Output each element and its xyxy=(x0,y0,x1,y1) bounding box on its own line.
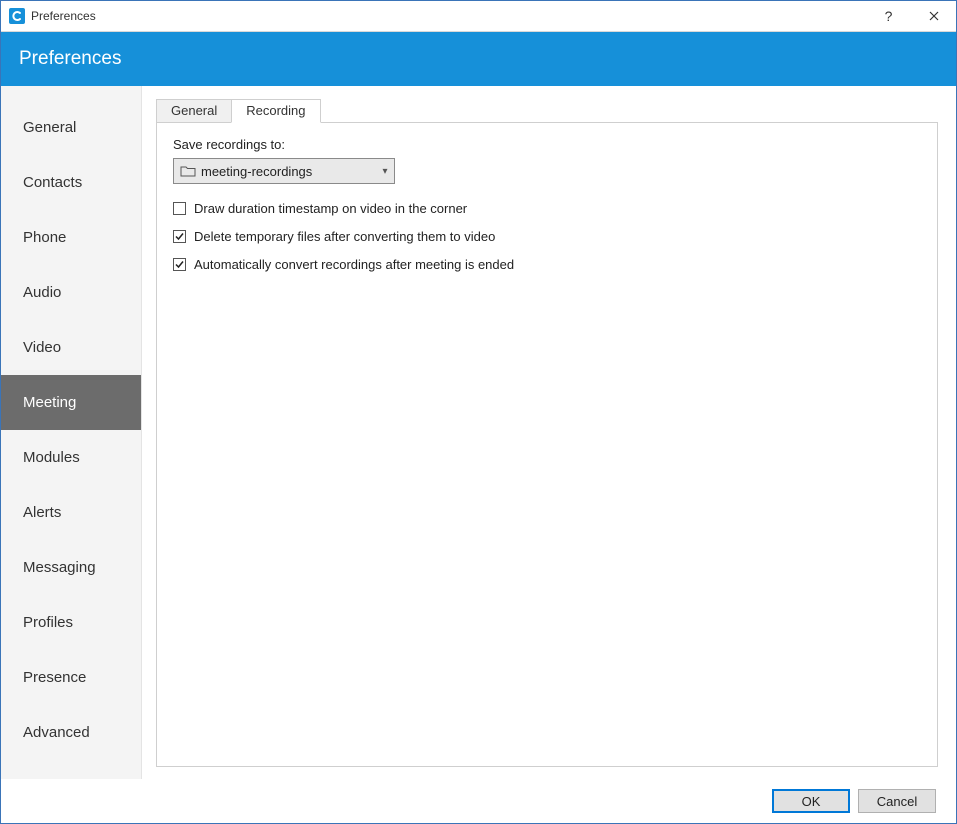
sidebar-item-label: Phone xyxy=(23,229,66,246)
sidebar-item-label: Advanced xyxy=(23,724,90,741)
ok-button-label: OK xyxy=(802,794,821,809)
cancel-button-label: Cancel xyxy=(877,794,917,809)
folder-icon xyxy=(180,163,196,179)
sidebar-item-label: Audio xyxy=(23,284,61,301)
sidebar-item-general[interactable]: General xyxy=(1,100,141,155)
sidebar-item-video[interactable]: Video xyxy=(1,320,141,375)
app-icon xyxy=(9,8,25,24)
main-area: General Contacts Phone Audio Video Meeti… xyxy=(1,86,956,779)
tab-panel-recording: Save recordings to: meeting-recordings ▾… xyxy=(156,122,938,767)
checkbox-delete-temp[interactable] xyxy=(173,230,186,243)
preferences-window: Preferences ? Preferences General Contac… xyxy=(0,0,957,824)
sidebar-item-label: Presence xyxy=(23,669,86,686)
sidebar-item-label: Alerts xyxy=(23,504,61,521)
option-row-timestamp: Draw duration timestamp on video in the … xyxy=(173,196,921,220)
tabstrip: General Recording xyxy=(156,99,938,123)
tab-general[interactable]: General xyxy=(156,99,232,123)
sidebar-item-presence[interactable]: Presence xyxy=(1,650,141,705)
window-title: Preferences xyxy=(31,9,96,23)
sidebar-item-advanced[interactable]: Advanced xyxy=(1,705,141,760)
close-icon xyxy=(929,8,939,24)
checkbox-auto-convert[interactable] xyxy=(173,258,186,271)
checkbox-delete-temp-label[interactable]: Delete temporary files after converting … xyxy=(194,229,495,244)
help-icon: ? xyxy=(885,8,893,24)
sidebar-item-alerts[interactable]: Alerts xyxy=(1,485,141,540)
chevron-down-icon: ▾ xyxy=(376,166,394,177)
sidebar-item-label: Messaging xyxy=(23,559,96,576)
tab-recording[interactable]: Recording xyxy=(231,99,320,123)
save-recordings-label: Save recordings to: xyxy=(173,137,921,152)
sidebar-item-profiles[interactable]: Profiles xyxy=(1,595,141,650)
sidebar-item-modules[interactable]: Modules xyxy=(1,430,141,485)
checkbox-auto-convert-label[interactable]: Automatically convert recordings after m… xyxy=(194,257,514,272)
sidebar-item-audio[interactable]: Audio xyxy=(1,265,141,320)
sidebar-item-contacts[interactable]: Contacts xyxy=(1,155,141,210)
tab-label: General xyxy=(171,103,217,118)
footer: OK Cancel xyxy=(1,779,956,823)
help-button[interactable]: ? xyxy=(866,1,911,31)
sidebar-item-label: Video xyxy=(23,339,61,356)
sidebar-item-label: Modules xyxy=(23,449,80,466)
sidebar-item-messaging[interactable]: Messaging xyxy=(1,540,141,595)
checkbox-timestamp-label[interactable]: Draw duration timestamp on video in the … xyxy=(194,201,467,216)
sidebar-item-label: Meeting xyxy=(23,394,76,411)
cancel-button[interactable]: Cancel xyxy=(858,789,936,813)
sidebar: General Contacts Phone Audio Video Meeti… xyxy=(1,86,142,779)
header-title: Preferences xyxy=(19,48,121,70)
sidebar-item-phone[interactable]: Phone xyxy=(1,210,141,265)
close-button[interactable] xyxy=(911,1,956,31)
titlebar: Preferences ? xyxy=(1,1,956,32)
checkbox-timestamp[interactable] xyxy=(173,202,186,215)
header-band: Preferences xyxy=(1,32,956,86)
tab-label: Recording xyxy=(246,103,305,118)
sidebar-item-meeting[interactable]: Meeting xyxy=(1,375,141,430)
ok-button[interactable]: OK xyxy=(772,789,850,813)
save-folder-dropdown[interactable]: meeting-recordings ▾ xyxy=(173,158,395,184)
sidebar-item-label: General xyxy=(23,119,76,136)
sidebar-item-label: Contacts xyxy=(23,174,82,191)
option-row-delete-temp: Delete temporary files after converting … xyxy=(173,224,921,248)
save-folder-value: meeting-recordings xyxy=(201,164,376,179)
option-row-auto-convert: Automatically convert recordings after m… xyxy=(173,252,921,276)
content-area: General Recording Save recordings to: me… xyxy=(142,86,956,779)
sidebar-item-label: Profiles xyxy=(23,614,73,631)
